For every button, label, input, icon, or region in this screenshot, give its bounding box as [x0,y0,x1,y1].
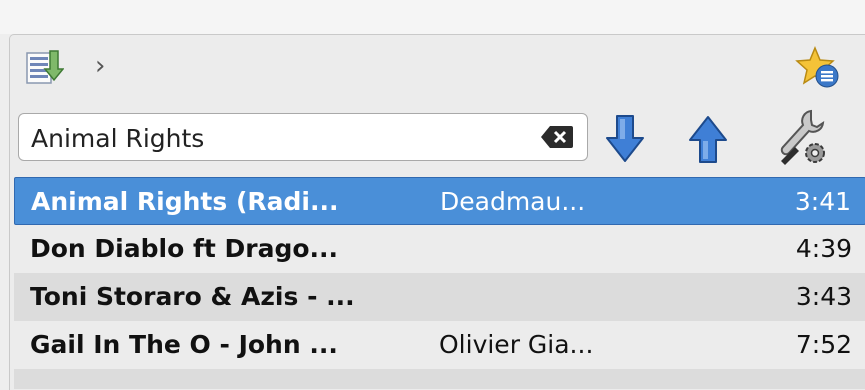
track-title: Animal Rights (Radi... [31,187,339,216]
move-down-icon[interactable] [605,114,645,168]
settings-tools-icon[interactable] [777,107,833,173]
favorites-star-icon[interactable] [795,46,845,94]
track-artist: Deadmau... [440,187,586,216]
chevron-right-icon[interactable]: › [95,53,105,79]
track-title: Gail In The O - John ... [30,330,338,359]
track-duration: 7:52 [795,330,852,359]
track-row[interactable]: Gail In The O - John ... Olivier Gia... … [14,321,865,369]
clear-search-icon[interactable] [540,125,574,153]
track-duration: 3:41 [794,187,851,216]
search-field[interactable] [18,113,588,161]
track-title: Don Diablo ft Drago... [30,234,339,263]
track-list: Animal Rights (Radi... Deadmau... 3:41 D… [14,177,865,389]
track-row[interactable]: Toni Storaro & Azis - ... 3:43 [14,273,865,321]
track-row[interactable]: Don Diablo ft Drago... 4:39 [14,225,865,273]
playlist-icon[interactable] [26,49,65,93]
track-duration: 4:39 [795,234,852,263]
search-input[interactable] [29,118,533,158]
playlist-panel: › Animal Rights Animal Rights (Radi... D… [9,34,865,390]
track-artist: Olivier Gia... [439,330,594,359]
track-row-partial[interactable] [14,369,865,389]
track-title: Toni Storaro & Azis - ... [30,282,355,311]
move-up-icon[interactable] [688,114,728,168]
track-duration: 3:43 [795,282,852,311]
track-row-selected[interactable]: Animal Rights (Radi... Deadmau... 3:41 [14,177,865,225]
window-top-strip [0,0,865,34]
